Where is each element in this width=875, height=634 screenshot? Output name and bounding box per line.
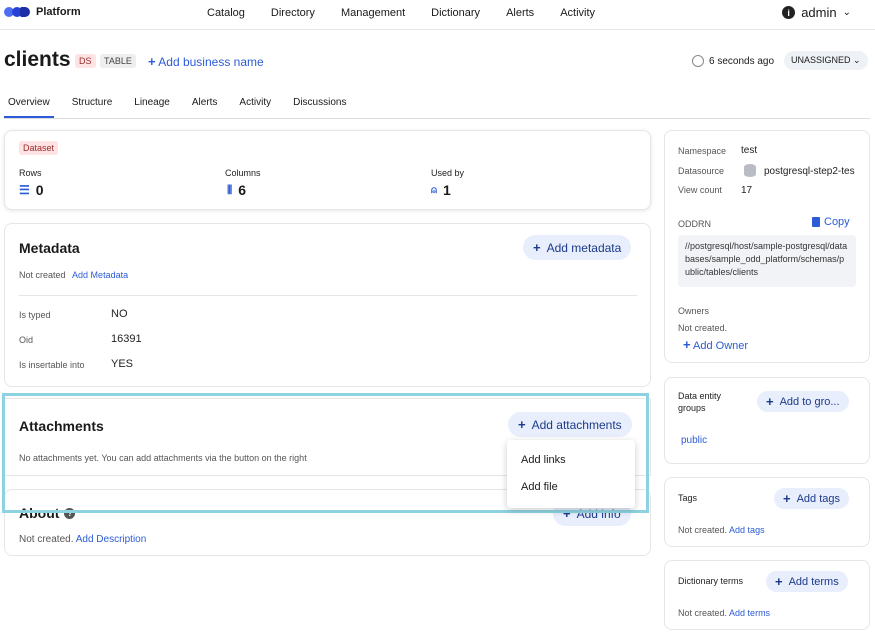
terms-label: Dictionary terms <box>678 576 744 586</box>
columns-stat: ⦀ 6 <box>227 182 247 198</box>
plus-icon: + <box>518 417 526 432</box>
tab-activity[interactable]: Activity <box>235 97 275 118</box>
kind-badge: TABLE <box>100 54 136 68</box>
namespace-label: Namespace <box>678 146 727 156</box>
info-icon[interactable]: ? <box>64 507 76 519</box>
menu-item-add-links[interactable]: Add links <box>507 447 635 474</box>
attachments-empty-text: No attachments yet. You can add attachme… <box>19 453 307 463</box>
metadata-value: NO <box>111 308 128 320</box>
datasource-value[interactable]: postgresql-step2-tes <box>764 166 858 177</box>
logo-icon <box>4 7 30 17</box>
plus-icon: + <box>683 337 691 352</box>
info-icon[interactable]: i <box>782 6 796 19</box>
terms-card: Dictionary terms + Add terms Not created… <box>664 560 870 630</box>
columns-label: Columns <box>225 168 261 178</box>
chevron-down-icon: ⌄ <box>853 55 861 65</box>
add-owner-button[interactable]: + Add Owner <box>683 337 748 352</box>
user-icon: ⍝ <box>431 184 437 196</box>
terms-not-created: Not created. <box>678 608 728 618</box>
metadata-not-created: Not created <box>19 270 66 280</box>
nav-dictionary[interactable]: Dictionary <box>431 7 480 19</box>
group-link[interactable]: public <box>681 435 707 446</box>
tab-alerts[interactable]: Alerts <box>188 97 222 118</box>
add-to-group-button[interactable]: + Add to gro... <box>757 391 849 412</box>
owners-not-created: Not created. <box>678 323 728 333</box>
database-icon <box>744 164 756 177</box>
namespace-value: test <box>741 145 758 156</box>
tab-structure[interactable]: Structure <box>68 97 117 118</box>
tags-not-created: Not created. <box>678 525 728 535</box>
datasource-label: Datasource <box>678 166 725 176</box>
tab-overview[interactable]: Overview <box>4 97 54 118</box>
view-count-label: View count <box>678 185 722 195</box>
add-attachments-button[interactable]: + Add attachments <box>508 412 632 437</box>
type-badge: DS <box>75 54 96 68</box>
main-nav: Catalog Directory Management Dictionary … <box>207 7 621 19</box>
plus-icon: + <box>533 240 541 255</box>
owners-label: Owners <box>678 306 710 316</box>
entity-tabs: Overview Structure Lineage Alerts Activi… <box>4 97 870 119</box>
nav-directory[interactable]: Directory <box>271 7 315 19</box>
user-menu[interactable]: i admin ⌄ <box>782 5 851 20</box>
attachments-menu: Add links Add file <box>507 440 635 508</box>
plus-icon: + <box>148 54 156 69</box>
nav-management[interactable]: Management <box>341 7 405 19</box>
used-by-label: Used by <box>431 168 465 178</box>
oddrn-label: ODDRN <box>678 219 711 229</box>
status-dropdown[interactable]: UNASSIGNED ⌄ <box>784 51 868 70</box>
metadata-value: YES <box>111 358 134 370</box>
metadata-key: Oid <box>19 335 34 345</box>
dataset-badge: Dataset <box>19 141 59 155</box>
nav-activity[interactable]: Activity <box>560 7 595 19</box>
add-tags-link[interactable]: Add tags <box>729 525 765 535</box>
about-not-created: Not created. <box>19 534 74 545</box>
about-title: About ? <box>19 505 76 521</box>
rows-label: Rows <box>19 168 42 178</box>
plus-icon: + <box>783 491 791 506</box>
add-metadata-link[interactable]: Add Metadata <box>72 270 128 280</box>
metadata-card: Metadata + Add metadata Not created Add … <box>4 223 651 387</box>
add-business-name-button[interactable]: + Add business name <box>148 54 264 69</box>
nav-catalog[interactable]: Catalog <box>207 7 245 19</box>
stats-card: Dataset Rows ☰ 0 Columns ⦀ 6 Used by ⍝ 1 <box>4 130 651 210</box>
groups-card: Data entity groups + Add to gro... publi… <box>664 377 870 464</box>
logo[interactable]: Platform <box>4 6 81 18</box>
top-bar: Platform Catalog Directory Management Di… <box>0 0 875 30</box>
brand-name: Platform <box>36 6 81 18</box>
tags-label: Tags <box>678 493 698 503</box>
attachments-title: Attachments <box>19 418 104 434</box>
page-title: clients <box>4 48 71 71</box>
rows-stat: ☰ 0 <box>19 182 44 198</box>
tab-discussions[interactable]: Discussions <box>289 97 350 118</box>
used-by-stat: ⍝ 1 <box>431 182 451 198</box>
menu-item-add-file[interactable]: Add file <box>507 474 635 501</box>
rows-icon: ☰ <box>19 183 30 197</box>
metadata-title: Metadata <box>19 240 80 256</box>
metadata-key: Is typed <box>19 310 51 320</box>
columns-icon: ⦀ <box>227 182 233 197</box>
copy-icon <box>812 217 820 227</box>
plus-icon: + <box>766 394 774 409</box>
tags-card: Tags + Add tags Not created. Add tags <box>664 477 870 547</box>
groups-label: Data entity groups <box>678 391 722 413</box>
copy-button[interactable]: Copy <box>812 216 850 228</box>
history-icon <box>692 55 704 67</box>
user-name[interactable]: admin <box>801 5 836 20</box>
add-metadata-button[interactable]: + Add metadata <box>523 235 632 260</box>
add-tags-button[interactable]: + Add tags <box>774 488 850 509</box>
metadata-key: Is insertable into <box>19 360 85 370</box>
metadata-value: 16391 <box>111 333 142 345</box>
plus-icon: + <box>563 506 571 521</box>
plus-icon: + <box>775 574 783 589</box>
nav-alerts[interactable]: Alerts <box>506 7 534 19</box>
view-count-value: 17 <box>741 185 753 196</box>
add-description-link[interactable]: Add Description <box>76 534 147 545</box>
oddrn-value: //postgresql/host/sample-postgresql/data… <box>678 235 856 287</box>
divider <box>19 295 637 296</box>
chevron-down-icon: ⌄ <box>842 7 851 18</box>
tab-lineage[interactable]: Lineage <box>130 97 174 118</box>
add-terms-link[interactable]: Add terms <box>729 608 770 618</box>
add-terms-button[interactable]: + Add terms <box>766 571 848 592</box>
updated-time: 6 seconds ago <box>692 55 774 67</box>
